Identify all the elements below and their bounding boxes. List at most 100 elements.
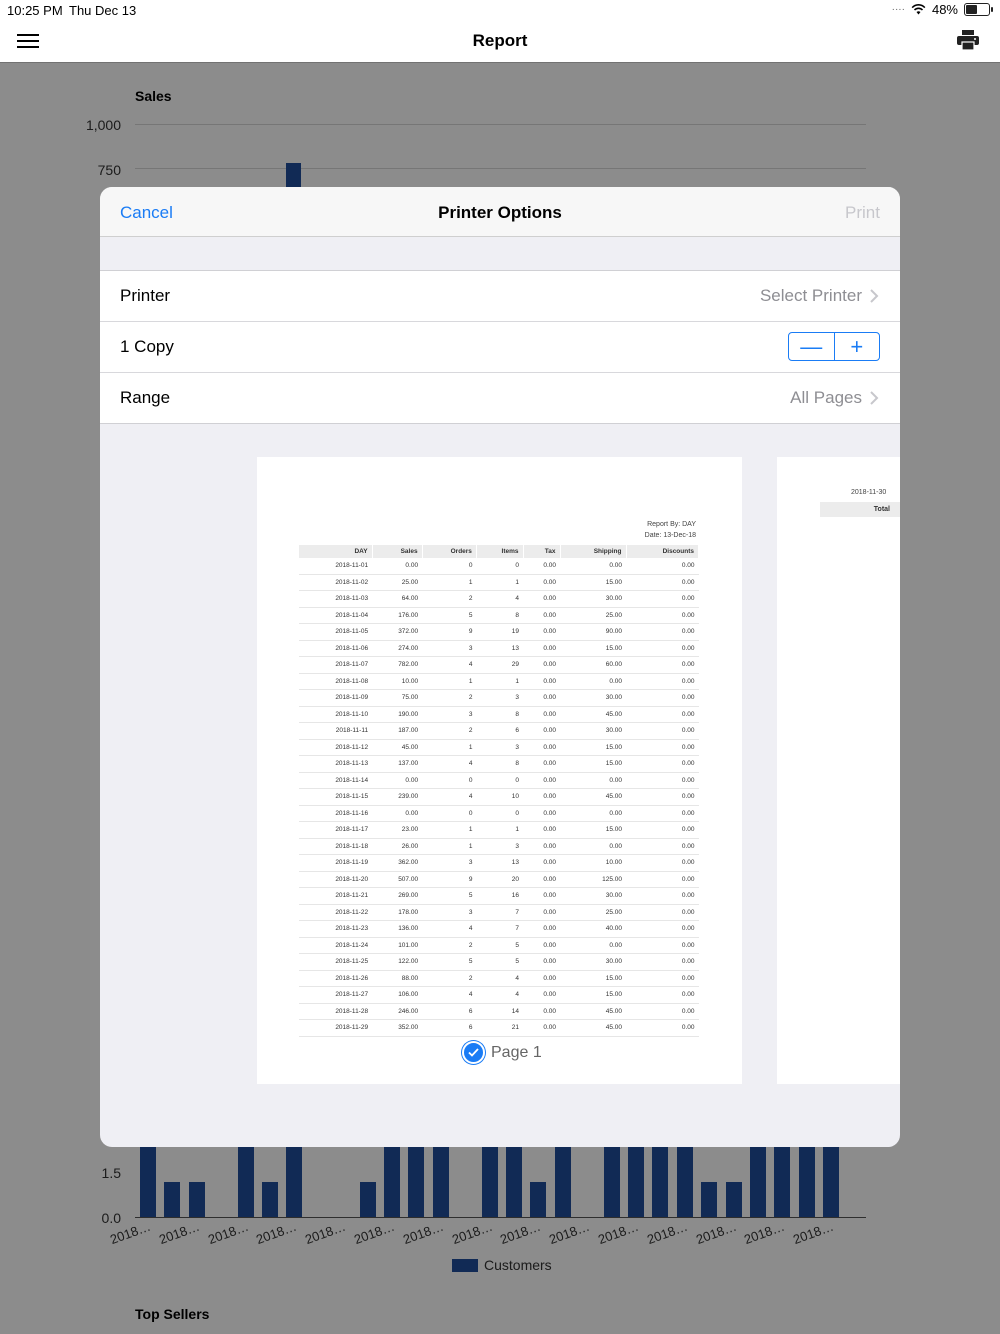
table-cell: 6 <box>476 722 523 740</box>
table-cell: 0.00 <box>560 772 626 789</box>
table-cell: 2018-11-05 <box>299 623 373 641</box>
status-bar: 10:25 PM Thu Dec 13 ···· 48% <box>0 0 1000 20</box>
table-cell: 2018-11-15 <box>299 788 373 806</box>
table-cell: 2 <box>422 937 477 954</box>
table-cell: 4 <box>422 656 477 674</box>
table-cell: 101.00 <box>372 937 423 954</box>
table-cell: 1 <box>476 574 523 591</box>
table-cell: 0.00 <box>523 755 561 773</box>
table-cell: 29 <box>476 656 523 674</box>
table-cell: 0.00 <box>560 838 626 855</box>
wifi-icon <box>911 4 926 15</box>
page-preview-2[interactable]: 2018-11-30 Total <box>777 457 900 1084</box>
increment-button[interactable]: + <box>833 333 880 360</box>
table-cell: 0.00 <box>626 1003 699 1020</box>
print-button[interactable]: Print <box>845 203 880 223</box>
table-cell: 45.00 <box>560 788 626 806</box>
table-cell: 45.00 <box>560 1003 626 1020</box>
table-cell: 0.00 <box>626 656 699 674</box>
table-cell: 0.00 <box>626 640 699 657</box>
table-row: 2018-11-16 0.00 0 0 0.00 0.00 0.00 <box>299 805 699 822</box>
table-cell: 0.00 <box>523 788 561 806</box>
table-cell: 0.00 <box>626 607 699 624</box>
table-cell: 269.00 <box>372 887 423 905</box>
table-cell: 4 <box>422 755 477 773</box>
table-cell: 25.00 <box>372 574 423 591</box>
table-cell: 0.00 <box>523 590 561 608</box>
table-cell: 0.00 <box>523 623 561 641</box>
table-cell: 0.00 <box>626 689 699 707</box>
column-header: Shipping <box>560 545 627 558</box>
table-cell: 0.00 <box>626 904 699 921</box>
table-row: 2018-11-18 26.00 1 3 0.00 0.00 0.00 <box>299 838 699 855</box>
printer-icon[interactable] <box>956 29 980 51</box>
table-cell: 0.00 <box>523 607 561 624</box>
table-cell: 6 <box>422 1019 477 1037</box>
table-cell: 5 <box>422 607 477 624</box>
table-cell: 2018-11-19 <box>299 854 373 872</box>
page-selector[interactable]: Page 1 <box>462 1041 542 1064</box>
table-cell: 0.00 <box>523 558 561 575</box>
table-cell: 2018-11-08 <box>299 673 373 690</box>
status-indicators: ···· 48% <box>892 2 993 17</box>
page-preview[interactable]: Report By: DAY Date: 13-Dec-18 DAY Sales O… <box>257 457 742 1084</box>
table-cell: 2 <box>422 970 477 987</box>
table-cell: 4 <box>422 788 477 806</box>
table-cell: 2018-11-11 <box>299 722 373 740</box>
table-row: 2018-11-27 106.00 4 4 0.00 15.00 0.00 <box>299 986 699 1004</box>
table-cell: 239.00 <box>372 788 423 806</box>
table-cell: 136.00 <box>372 920 423 938</box>
table-cell: 7 <box>476 920 523 938</box>
table-cell: 2018-11-28 <box>299 1003 373 1020</box>
decrement-button[interactable]: — <box>789 333 834 360</box>
table-cell: 2018-11-17 <box>299 821 373 839</box>
table-cell: 0 <box>422 558 477 575</box>
table-cell: 352.00 <box>372 1019 423 1037</box>
table-cell: 176.00 <box>372 607 423 624</box>
table-cell: 0 <box>422 805 477 822</box>
table-cell: 19 <box>476 623 523 641</box>
table-row: 2018-11-13 137.00 4 8 0.00 15.00 0.00 <box>299 755 699 773</box>
table-cell: 190.00 <box>372 706 423 723</box>
table-cell: 0.00 <box>372 558 423 575</box>
printer-label: Printer <box>120 286 171 305</box>
report-table: DAY Sales Orders Items Tax Shipping Discounts … <box>299 545 699 1037</box>
table-cell: 1 <box>422 739 477 756</box>
table-cell: 1 <box>422 673 477 690</box>
table-cell: 4 <box>422 920 477 938</box>
table-cell: 5 <box>422 953 477 971</box>
table-cell: 1 <box>422 574 477 591</box>
table-cell: 2018-11-23 <box>299 920 373 938</box>
table-cell: 30.00 <box>560 689 626 707</box>
table-cell: 25.00 <box>560 607 626 624</box>
page2-total: Total <box>820 502 900 517</box>
table-cell: 9 <box>422 871 477 888</box>
table-cell: 15.00 <box>560 755 626 773</box>
table-cell: 0.00 <box>523 953 561 971</box>
table-row: 2018-11-28 246.00 6 14 0.00 45.00 0.00 <box>299 1003 699 1020</box>
table-cell: 4 <box>422 986 477 1004</box>
table-cell: 122.00 <box>372 953 423 971</box>
table-cell: 14 <box>476 1003 523 1020</box>
table-cell: 0.00 <box>626 986 699 1004</box>
table-cell: 21 <box>476 1019 523 1037</box>
table-cell: 274.00 <box>372 640 423 657</box>
table-cell: 2 <box>422 722 477 740</box>
table-cell: 2018-11-27 <box>299 986 373 1004</box>
table-cell: 0 <box>422 772 477 789</box>
table-cell: 8 <box>476 755 523 773</box>
copies-row: 1 Copy — + <box>100 322 900 373</box>
table-row: 2018-11-21 269.00 5 16 0.00 30.00 0.00 <box>299 887 699 905</box>
table-cell: 362.00 <box>372 854 423 872</box>
sheet-title: Printer Options <box>438 203 562 222</box>
table-cell: 3 <box>422 904 477 921</box>
range-row[interactable]: Range All Pages <box>100 373 900 423</box>
table-cell: 0.00 <box>626 623 699 641</box>
column-header: Sales <box>372 545 423 558</box>
printer-row[interactable]: Printer Select Printer <box>100 271 900 322</box>
table-cell: 125.00 <box>560 871 626 888</box>
table-cell: 40.00 <box>560 920 626 938</box>
table-cell: 372.00 <box>372 623 423 641</box>
table-cell: 0.00 <box>626 772 699 789</box>
table-cell: 0.00 <box>560 805 626 822</box>
